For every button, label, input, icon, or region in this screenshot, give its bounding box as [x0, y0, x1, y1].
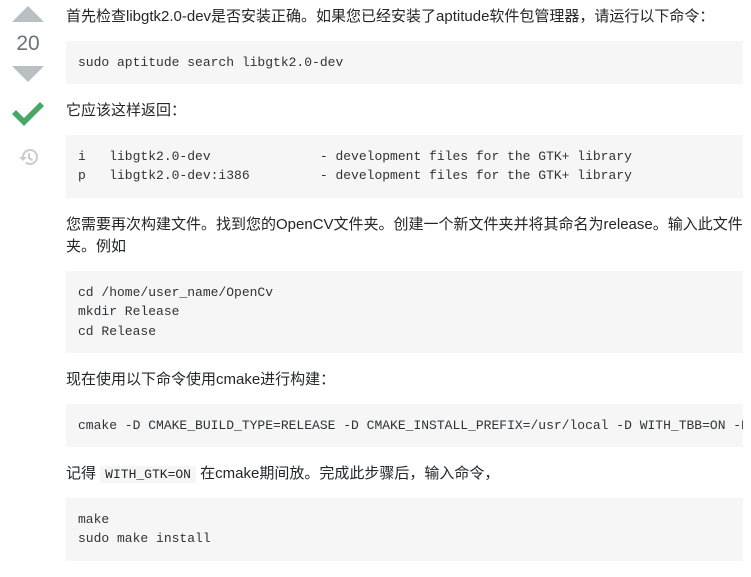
text: 在cmake期间放。完成此步骤后，输入命令， [196, 465, 499, 482]
code-block[interactable]: make sudo make install [66, 498, 743, 561]
text: 记得 [66, 465, 100, 482]
code-block[interactable]: cd /home/user_name/OpenCv mkdir Release … [66, 271, 743, 354]
paragraph: 首先检查libgtk2.0-dev是否安装正确。如果您已经安装了aptitude… [66, 6, 743, 29]
code-block[interactable]: sudo aptitude search libgtk2.0-dev [66, 41, 743, 85]
paragraph: 记得 WITH_GTK=ON 在cmake期间放。完成此步骤后，输入命令， [66, 463, 743, 486]
accepted-check-icon [10, 96, 46, 136]
downvote-button[interactable] [12, 66, 44, 82]
paragraph: 您需要再次构建文件。找到您的OpenCV文件夹。创建一个新文件夹并将其命名为re… [66, 214, 743, 259]
answer-body: 首先检查libgtk2.0-dev是否安装正确。如果您已经安装了aptitude… [56, 0, 751, 577]
upvote-button[interactable] [12, 6, 44, 22]
vote-score: 20 [16, 28, 39, 60]
vote-column: 20 [0, 0, 56, 577]
paragraph: 现在使用以下命令使用cmake进行构建： [66, 369, 743, 392]
code-block[interactable]: cmake -D CMAKE_BUILD_TYPE=RELEASE -D CMA… [66, 404, 743, 448]
code-block[interactable]: i libgtk2.0-dev - development files for … [66, 135, 743, 198]
paragraph: 它应该这样返回： [66, 100, 743, 123]
inline-code: WITH_GTK=ON [100, 466, 196, 483]
history-icon[interactable] [19, 148, 38, 170]
